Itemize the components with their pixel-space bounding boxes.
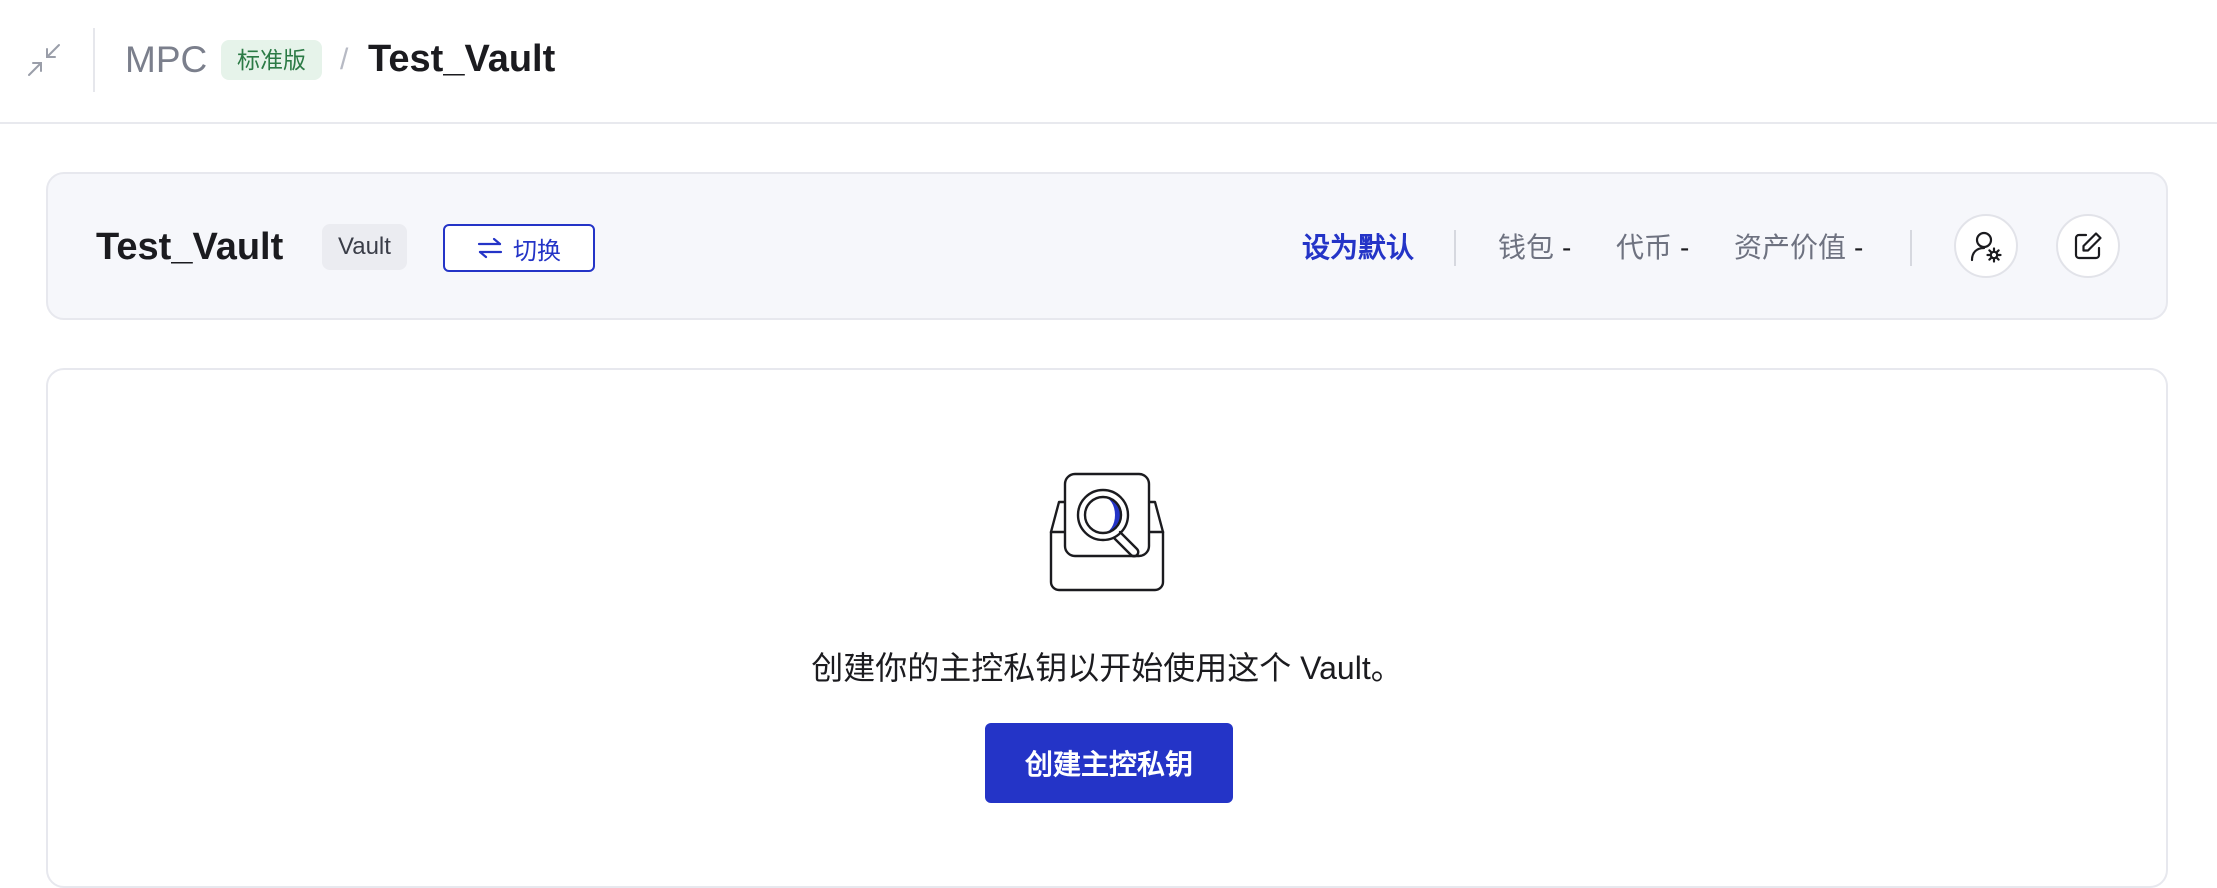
stat-tokens-value: - (1680, 232, 1690, 263)
edition-badge: 标准版 (221, 40, 322, 80)
stat-tokens: 代币 - (1616, 228, 1689, 268)
stat-wallets-label: 钱包 (1498, 232, 1555, 263)
empty-state-message: 创建你的主控私钥以开始使用这个 Vault。 (811, 650, 1403, 686)
stat-tokens-label: 代币 (1616, 232, 1673, 263)
edit-vault-button[interactable] (2056, 214, 2120, 278)
vault-info-card: Test_Vault Vault 切换 设为默认 钱包 - 代币 - 资产价值 - (46, 172, 2168, 320)
swap-arrows-icon (477, 237, 503, 259)
breadcrumb-separator: / (340, 43, 349, 76)
set-default-link[interactable]: 设为默认 (1302, 228, 1414, 268)
stat-asset-value-value: - (1854, 232, 1864, 263)
header-divider (93, 28, 95, 92)
empty-state-card: 创建你的主控私钥以开始使用这个 Vault。 创建主控私钥 (46, 368, 2168, 888)
breadcrumb-current: Test_Vault (368, 38, 556, 80)
stats-divider-left (1454, 230, 1456, 266)
edit-icon (2074, 232, 2102, 260)
stat-asset-value: 资产价值 - (1734, 228, 1863, 268)
vault-name: Test_Vault (96, 226, 284, 268)
member-settings-button[interactable] (1954, 214, 2018, 278)
stats-divider-right (1910, 230, 1912, 266)
user-gear-icon (1970, 231, 2002, 263)
stat-wallets: 钱包 - (1498, 228, 1571, 268)
switch-vault-button[interactable]: 切换 (443, 224, 595, 272)
top-header: MPC 标准版 / Test_Vault (0, 0, 2217, 124)
search-inbox-icon (1041, 472, 1173, 594)
collapse-icon[interactable] (26, 42, 62, 78)
stat-wallets-value: - (1562, 232, 1572, 263)
breadcrumb-root[interactable]: MPC (125, 38, 207, 82)
switch-label: 切换 (513, 237, 561, 265)
vault-type-tag: Vault (322, 224, 407, 270)
stat-asset-value-label: 资产价值 (1734, 232, 1847, 263)
create-master-key-button[interactable]: 创建主控私钥 (985, 723, 1233, 803)
